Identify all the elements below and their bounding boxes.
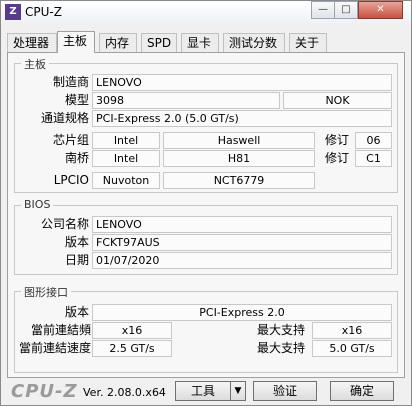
bus-specs-field: PCI-Express 2.0 (5.0 GT/s): [92, 110, 392, 127]
motherboard-group: 主板 制造商 LENOVO 模型 3098 NOK 通道规格 PCI-Expre…: [14, 56, 398, 193]
chipset-revision-label: 修订: [324, 133, 349, 147]
southbridge-revision-label: 修订: [324, 151, 349, 165]
cpu-z-brand-logo: CPU-Z: [11, 381, 78, 402]
tab-memory[interactable]: 内存: [99, 33, 137, 53]
bios-brand-label: 公司名称: [40, 217, 89, 231]
mainboard-panel: 主板 制造商 LENOVO 模型 3098 NOK 通道规格 PCI-Expre…: [7, 52, 405, 378]
current-link-speed-field: 2.5 GT/s: [92, 340, 172, 357]
tab-about[interactable]: 关于: [289, 33, 327, 53]
max-link-speed-label: 最大支持: [256, 341, 305, 355]
current-link-speed-label: 當前連結速度: [18, 341, 91, 355]
tab-graphics[interactable]: 显卡: [181, 33, 219, 53]
max-link-width-field: x16: [312, 322, 392, 339]
bios-date-field: 01/07/2020: [92, 252, 392, 269]
tab-mainboard[interactable]: 主板: [57, 31, 95, 53]
bios-group-title: BIOS: [21, 198, 54, 211]
graphic-interface-group: 图形接口 版本 PCI-Express 2.0 當前連結頻 x16 最大支持 x…: [14, 284, 398, 373]
model-label: 模型: [64, 93, 89, 107]
bios-version-label: 版本: [64, 235, 89, 249]
lpcio-label: LPCIO: [53, 173, 89, 187]
chipset-model-field: Haswell: [163, 132, 315, 149]
lpcio-vendor-field: Nuvoton: [92, 172, 160, 189]
tab-bench[interactable]: 测试分数: [223, 33, 285, 53]
bios-group: BIOS 公司名称 LENOVO 版本 FCKT97AUS 日期 01/07/2…: [14, 198, 398, 275]
tab-bar: 处理器 主板 内存 SPD 显卡 测试分数 关于: [7, 31, 407, 53]
southbridge-vendor-field: Intel: [92, 150, 160, 167]
max-link-width-label: 最大支持: [256, 323, 305, 337]
chipset-vendor-field: Intel: [92, 132, 160, 149]
validate-button[interactable]: 验证: [253, 381, 317, 401]
tab-cpu[interactable]: 处理器: [7, 33, 57, 53]
bios-version-field: FCKT97AUS: [92, 234, 392, 251]
tools-button[interactable]: 工具: [175, 381, 231, 401]
title-bar[interactable]: Z CPU-Z — □ ✕: [1, 1, 411, 23]
cpuz-window: Z CPU-Z — □ ✕ 处理器 主板 内存 SPD 显卡 测试分数 关于 主…: [0, 0, 412, 406]
graphic-version-field: PCI-Express 2.0: [92, 304, 392, 321]
current-link-width-label: 當前連結頻: [30, 323, 91, 337]
southbridge-revision-field: C1: [355, 150, 392, 167]
southbridge-label: 南桥: [64, 151, 89, 165]
model-field: 3098: [92, 92, 280, 109]
bus-specs-label: 通道规格: [40, 111, 89, 125]
ok-button[interactable]: 确定: [330, 381, 394, 401]
bottom-bar: CPU-Z Ver. 2.08.0.x64 工具 ▼ 验证 确定: [1, 379, 411, 405]
tools-dropdown-arrow-icon[interactable]: ▼: [230, 381, 246, 401]
bios-brand-field: LENOVO: [92, 216, 392, 233]
minimize-button[interactable]: —: [311, 1, 335, 19]
maximize-button[interactable]: □: [334, 1, 358, 19]
bios-date-label: 日期: [64, 253, 89, 267]
southbridge-model-field: H81: [163, 150, 315, 167]
graphic-version-label: 版本: [64, 305, 89, 319]
current-link-width-field: x16: [92, 322, 172, 339]
close-button[interactable]: ✕: [358, 1, 403, 19]
model-revision-field: NOK: [283, 92, 392, 109]
chipset-revision-field: 06: [355, 132, 392, 149]
cpu-z-app-icon: Z: [5, 4, 21, 20]
lpcio-model-field: NCT6779: [163, 172, 315, 189]
motherboard-group-title: 主板: [21, 56, 49, 72]
tab-spd[interactable]: SPD: [141, 33, 177, 53]
version-label: Ver. 2.08.0.x64: [83, 386, 166, 399]
window-title: CPU-Z: [25, 5, 62, 19]
max-link-speed-field: 5.0 GT/s: [312, 340, 392, 357]
manufacturer-label: 制造商: [52, 75, 89, 89]
manufacturer-field: LENOVO: [92, 74, 392, 91]
chipset-label: 芯片组: [52, 133, 89, 147]
graphic-interface-group-title: 图形接口: [21, 284, 71, 300]
